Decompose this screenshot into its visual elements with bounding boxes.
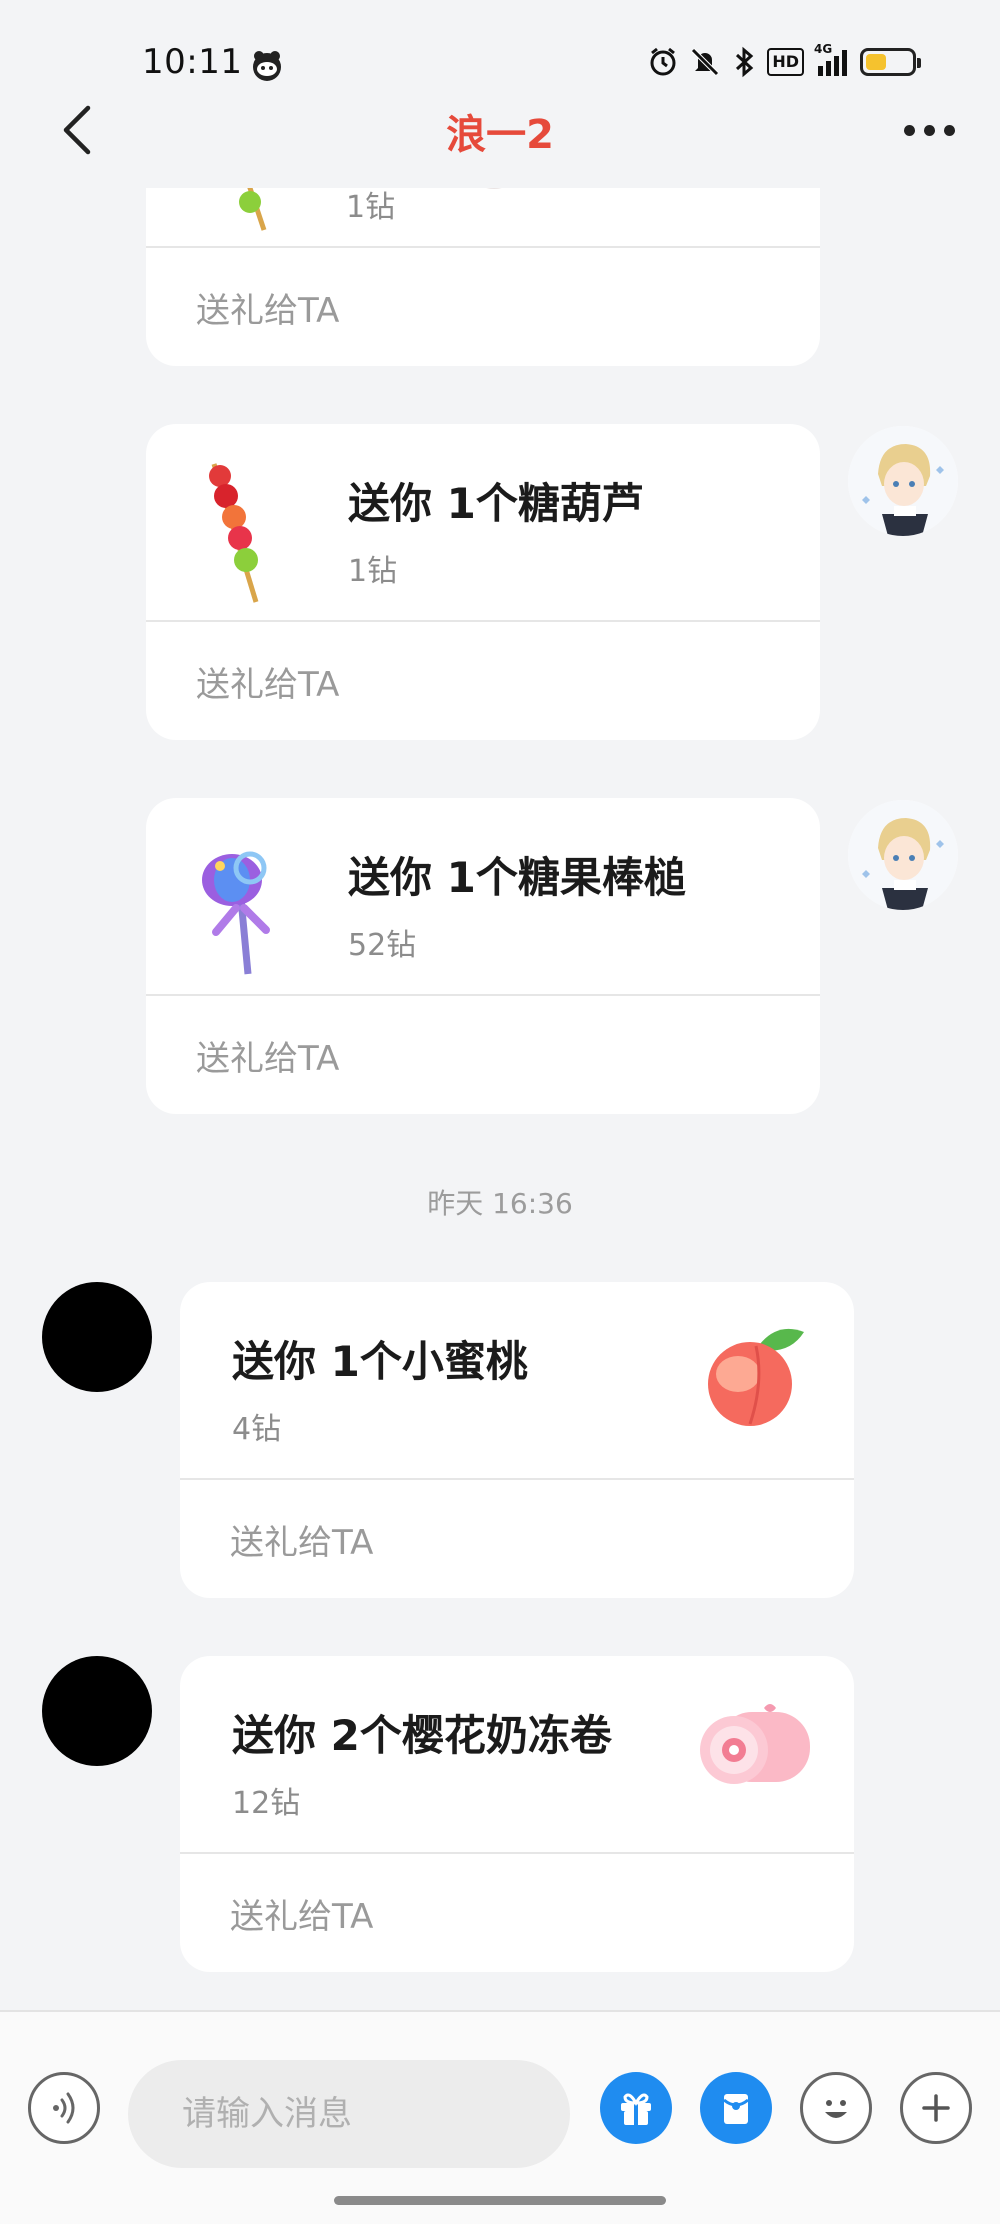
gift-message-card: 送你 1个小蜜桃 4钻 送礼给TA [180, 1282, 854, 1598]
more-dot [923, 124, 935, 136]
gift-title: 送你 1个糖果棒槌 [348, 853, 686, 902]
send-gift-button[interactable]: 送礼给TA [146, 622, 820, 740]
gift-message-card: 1钻 送礼给TA [146, 188, 820, 366]
candied-haws-icon [194, 454, 284, 608]
red-packet-button[interactable] [700, 2072, 772, 2144]
message-input-bar [0, 2010, 1000, 2224]
gift-info: 送你 1个小蜜桃 4钻 [180, 1282, 854, 1478]
bluetooth-icon [731, 46, 757, 78]
send-gift-button[interactable]: 送礼给TA [146, 248, 820, 366]
panda-notification-icon [250, 48, 284, 82]
gift-price: 4钻 [232, 1412, 282, 1447]
voice-button[interactable] [28, 2072, 100, 2144]
nav-bar: 浪一2 [0, 80, 1000, 190]
battery-icon [860, 48, 921, 76]
gift-message-card: 送你 1个糖葫芦 1钻 送礼给TA [146, 424, 820, 740]
status-time: 10:11 [142, 42, 243, 82]
emoji-button[interactable] [800, 2072, 872, 2144]
gift-price: 52钻 [348, 928, 417, 963]
network-type: 4G [814, 42, 833, 56]
signal-icon: 4G [814, 42, 850, 78]
red-packet-icon [723, 2094, 749, 2124]
gift-price: 12钻 [232, 1786, 301, 1821]
send-gift-button[interactable]: 送礼给TA [180, 1854, 854, 1972]
more-options-button[interactable] [894, 110, 964, 150]
avatar[interactable] [848, 426, 958, 536]
mute-bell-icon [689, 46, 721, 78]
gift-title: 送你 1个糖葫芦 [348, 479, 644, 528]
emoji-icon [825, 2100, 847, 2118]
gift-thumbnail-partial [464, 188, 524, 200]
gift-title: 送你 2个樱花奶冻卷 [232, 1711, 612, 1760]
candied-haws-icon [194, 188, 284, 244]
sakura-roll-icon [694, 1696, 818, 1800]
plus-icon [922, 2094, 950, 2122]
status-icons: HD 4G [647, 42, 921, 78]
gift-price: 1钻 [348, 554, 398, 589]
message-input[interactable] [128, 2060, 570, 2168]
gift-info: 送你 1个糖果棒槌 52钻 [146, 798, 820, 994]
gift-button[interactable] [600, 2072, 672, 2144]
avatar[interactable] [42, 1282, 152, 1392]
candy-mallet-icon [192, 828, 292, 982]
peach-icon [698, 1322, 810, 1436]
voice-icon [53, 2092, 75, 2124]
avatar[interactable] [848, 800, 958, 910]
gift-message-card: 送你 1个糖果棒槌 52钻 送礼给TA [146, 798, 820, 1114]
gift-info: 送你 2个樱花奶冻卷 12钻 [180, 1656, 854, 1852]
more-dot [903, 124, 915, 136]
hd-badge: HD [767, 48, 804, 76]
battery-level [866, 54, 886, 70]
gift-info: 送你 1个糖葫芦 1钻 [146, 424, 820, 620]
more-dot [943, 124, 955, 136]
message-timestamp: 昨天 16:36 [427, 1187, 573, 1220]
gift-info: 1钻 [146, 188, 820, 246]
chat-title: 浪一2 [446, 112, 554, 158]
send-gift-button[interactable]: 送礼给TA [180, 1480, 854, 1598]
gift-message-card: 送你 2个樱花奶冻卷 12钻 送礼给TA [180, 1656, 854, 1972]
avatar[interactable] [42, 1656, 152, 1766]
gift-price: 1钻 [346, 190, 396, 225]
chat-area[interactable]: 1钻 送礼给TA 送你 1个糖葫芦 1钻 送礼给TA 送你 1个糖果棒槌 52钻… [0, 188, 1000, 2010]
gift-icon [621, 2093, 651, 2125]
plus-button[interactable] [900, 2072, 972, 2144]
gift-title: 送你 1个小蜜桃 [232, 1337, 528, 1386]
send-gift-button[interactable]: 送礼给TA [146, 996, 820, 1114]
alarm-icon [647, 46, 679, 78]
home-indicator[interactable] [334, 2196, 666, 2205]
